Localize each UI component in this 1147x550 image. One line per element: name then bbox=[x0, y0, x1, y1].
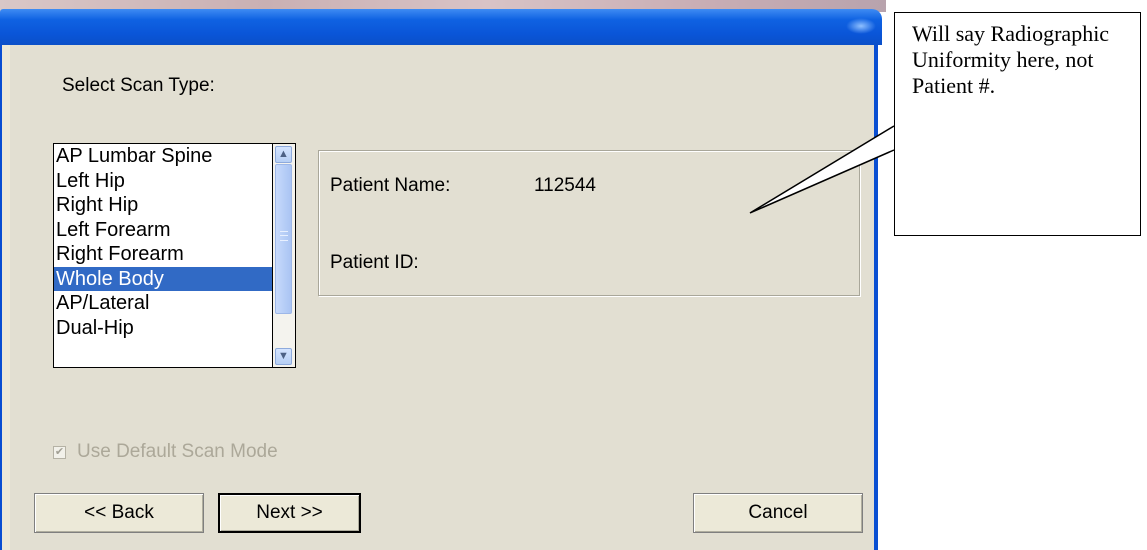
scan-list-scrollbar[interactable]: ▲ ▼ bbox=[273, 143, 296, 368]
screenshot-stage: Select Scan Type: AP Lumbar Spine Left H… bbox=[0, 0, 1147, 550]
checkmark-icon: ✔ bbox=[54, 446, 65, 458]
title-bar[interactable] bbox=[0, 9, 882, 45]
scan-type-list[interactable]: AP Lumbar Spine Left Hip Right Hip Left … bbox=[53, 143, 273, 368]
list-item[interactable]: Left Hip bbox=[54, 169, 272, 194]
list-item[interactable]: AP/Lateral bbox=[54, 291, 272, 316]
scroll-up-icon[interactable]: ▲ bbox=[275, 146, 292, 163]
list-item[interactable]: Right Forearm bbox=[54, 242, 272, 267]
patient-info-group bbox=[318, 150, 860, 296]
patient-name-value: 112544 bbox=[534, 175, 596, 196]
list-item[interactable]: AP Lumbar Spine bbox=[54, 144, 272, 169]
list-item[interactable]: Dual-Hip bbox=[54, 316, 272, 341]
next-button[interactable]: Next >> bbox=[218, 493, 361, 533]
scroll-down-icon[interactable]: ▼ bbox=[275, 348, 292, 365]
list-item[interactable]: Left Forearm bbox=[54, 218, 272, 243]
callout-text: Will say Radiographic Uniformity here, n… bbox=[912, 21, 1110, 98]
back-button[interactable]: << Back bbox=[34, 493, 204, 533]
grip-icon bbox=[280, 231, 288, 241]
select-scan-type-label: Select Scan Type: bbox=[62, 75, 215, 96]
scrollbar-thumb[interactable] bbox=[275, 164, 292, 314]
patient-name-label: Patient Name: bbox=[330, 175, 451, 196]
cancel-button[interactable]: Cancel bbox=[693, 493, 863, 533]
annotation-callout: Will say Radiographic Uniformity here, n… bbox=[894, 12, 1141, 236]
scan-type-dialog: Select Scan Type: AP Lumbar Spine Left H… bbox=[0, 0, 886, 550]
list-item[interactable]: Whole Body bbox=[54, 266, 272, 291]
default-scan-mode-checkbox[interactable]: ✔ bbox=[53, 446, 66, 459]
default-scan-mode-label: Use Default Scan Mode bbox=[77, 441, 278, 462]
list-item[interactable]: Right Hip bbox=[54, 193, 272, 218]
patient-id-label: Patient ID: bbox=[330, 252, 419, 273]
